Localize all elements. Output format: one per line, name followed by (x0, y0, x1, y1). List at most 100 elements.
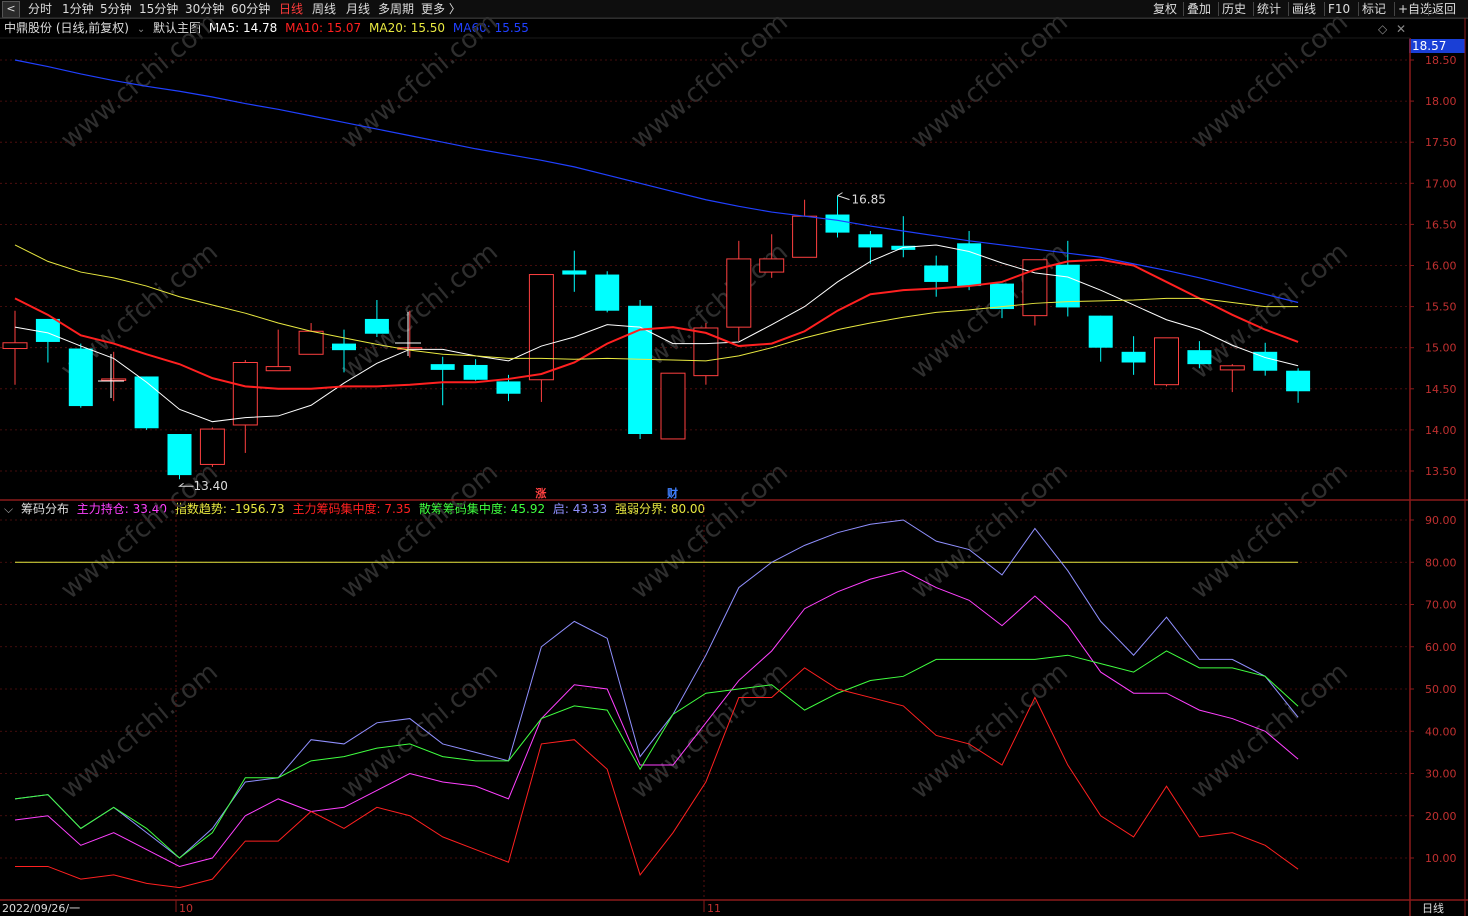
period-tab-5[interactable]: 60分钟 (231, 0, 270, 18)
month-label: 10 (179, 902, 193, 915)
toolbar-separator (1183, 2, 1184, 16)
candle-body (2, 342, 28, 350)
indicator-menu-icon[interactable]: ⌵ (4, 502, 13, 516)
main-tick-label: 15.00 (1425, 342, 1457, 355)
candle (660, 372, 686, 440)
indicator-info: ⌵ 筹码分布 主力持仓: 33.40 指数趋势: -1956.73 主力筹码集中… (4, 501, 709, 517)
watermark-text: www.cfchi.com (625, 237, 794, 385)
candle (430, 356, 455, 406)
period-tab-7[interactable]: 周线 (312, 0, 336, 18)
candle-body (68, 348, 93, 407)
candle-body (693, 327, 719, 377)
candle-body (397, 347, 423, 350)
stock-chart-svg[interactable]: www.cfchi.com www.cfchi.com www.cfchi.com w… (0, 0, 1468, 916)
ma20-value: MA20: 15.50 (369, 21, 446, 35)
toolbar-item-8[interactable]: 返回 (1432, 0, 1456, 18)
watermark-text: www.cfchi.com (625, 457, 794, 605)
period-tab-1[interactable]: 1分钟 (62, 0, 94, 18)
grid-layer (0, 17, 1468, 916)
month-label: 11 (707, 902, 721, 915)
toolbar-item-5[interactable]: F10 (1328, 0, 1350, 18)
candle (101, 351, 127, 402)
candle-body (35, 318, 60, 342)
ind-tick-label: 60.00 (1425, 641, 1457, 654)
annotation-label: 13.40 (194, 479, 228, 493)
indicator-line-3 (14, 650, 1299, 859)
toolbar-item-3[interactable]: 统计 (1257, 0, 1281, 18)
candle-body (792, 215, 818, 258)
period-tab-4[interactable]: 30分钟 (185, 0, 224, 18)
period-tab-6[interactable]: 日线 (279, 0, 303, 18)
main-tick-label: 18.00 (1425, 95, 1457, 108)
indicator-name[interactable]: 筹码分布 (21, 502, 69, 516)
watermark-text: www.cfchi.com (1185, 657, 1354, 805)
candle (1219, 364, 1245, 393)
toolbar-separator (1288, 2, 1289, 16)
candle-body (528, 274, 554, 381)
candle-body (167, 434, 192, 476)
period-tab-0[interactable]: 分时 (28, 0, 52, 18)
period-tab-8[interactable]: 月线 (346, 0, 370, 18)
candle (397, 310, 423, 358)
candle-body (265, 366, 291, 372)
back-arrow-icon[interactable]: < (2, 1, 20, 18)
candle-body (990, 283, 1014, 310)
toolbar-item-4[interactable]: 画线 (1292, 0, 1316, 18)
candle (792, 199, 818, 258)
candle (528, 274, 554, 402)
candle-body (660, 372, 686, 440)
event-marker: 涨 (535, 486, 546, 500)
period-tab-2[interactable]: 5分钟 (100, 0, 132, 18)
candle (232, 360, 258, 453)
main-tick-label: 13.50 (1425, 465, 1457, 478)
period-tab-10[interactable]: 更多 〉 (421, 0, 461, 18)
candle (1286, 368, 1311, 403)
period-label[interactable]: 日线 (1422, 902, 1444, 916)
main-template[interactable]: 默认主图 (153, 21, 201, 35)
candle (332, 329, 356, 373)
candle (891, 216, 916, 258)
toolbar-item-1[interactable]: 叠加 (1187, 0, 1211, 18)
candle (1022, 259, 1048, 326)
period-tab-3[interactable]: 15分钟 (139, 0, 178, 18)
candle (496, 374, 521, 402)
candle-body (924, 265, 949, 282)
candle-body (1219, 365, 1245, 371)
toolbar-item-0[interactable]: 复权 (1153, 0, 1177, 18)
diamond-icon: ◇ (1378, 22, 1388, 36)
chevron-down-icon[interactable]: ⌄ (137, 24, 145, 35)
toolbar-separator (1358, 2, 1359, 16)
main-tick-label: 14.50 (1425, 383, 1457, 396)
candle (693, 323, 719, 385)
candle-body (628, 305, 653, 435)
chart-marks: 16.85 13.40 涨 财 (2, 59, 1311, 889)
indicator-line-1 (14, 519, 1299, 859)
stock-title[interactable]: 中鼎股份 (日线,前复权) (4, 21, 129, 35)
candle-body (1253, 351, 1278, 371)
toolbar-separator (1394, 2, 1395, 16)
indicator-line-2 (14, 570, 1299, 867)
candle (924, 255, 949, 297)
ind-tick-label: 70.00 (1425, 599, 1457, 612)
toolbar-item-6[interactable]: 标记 (1362, 0, 1386, 18)
candle-body (332, 343, 356, 351)
watermark-text: www.cfchi.com (905, 7, 1074, 155)
period-tab-9[interactable]: 多周期 (378, 0, 414, 18)
candle-body (1121, 351, 1146, 363)
candle (364, 300, 389, 338)
candle (1055, 240, 1080, 317)
candle (858, 230, 883, 264)
watermark-text: www.cfchi.com (335, 237, 504, 385)
toolbar-item-2[interactable]: 历史 (1222, 0, 1246, 18)
main-tick-label: 18.50 (1425, 54, 1457, 67)
candle (134, 376, 159, 430)
boundary-value: 强弱分界: 80.00 (614, 502, 706, 516)
main-tick-label: 16.00 (1425, 260, 1457, 273)
candle-body (1055, 264, 1080, 308)
candle-body (1088, 315, 1113, 348)
toolbar-separator (1428, 2, 1429, 16)
candle (726, 240, 752, 342)
toolbar-item-7[interactable]: +自选 (1398, 0, 1432, 18)
candle (562, 250, 587, 292)
indicator-line-4 (15, 667, 1299, 889)
